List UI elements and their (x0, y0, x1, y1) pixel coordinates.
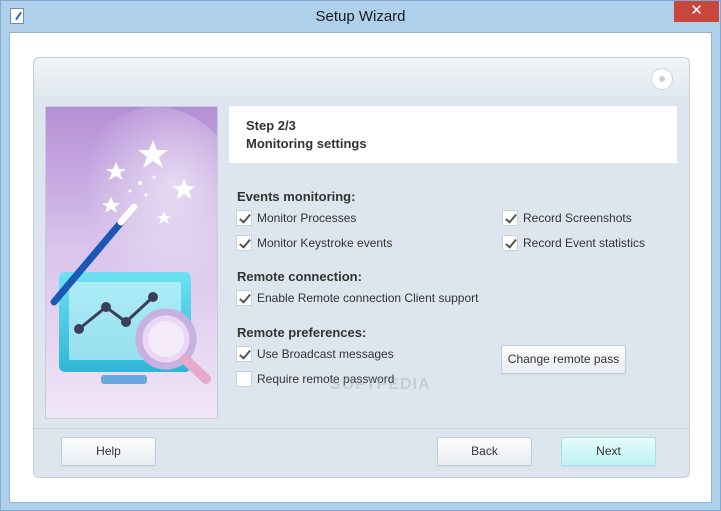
magic-wand-illustration-icon (46, 107, 217, 418)
wizard-illustration (45, 106, 218, 419)
enable-remote-client-label: Enable Remote connection Client support (257, 291, 479, 305)
close-button[interactable]: ✕ (674, 1, 719, 22)
monitor-keystroke-checkbox[interactable]: Monitor Keystroke events (236, 234, 392, 252)
check-icon[interactable] (236, 210, 252, 226)
check-icon[interactable] (236, 346, 252, 362)
panel-header-strip (34, 58, 689, 98)
monitor-processes-label: Monitor Processes (257, 211, 357, 225)
step-title: Step 2/3 (246, 118, 296, 133)
check-icon[interactable] (236, 290, 252, 306)
remote-connection-title: Remote connection: (237, 269, 362, 284)
wizard-panel: Step 2/3 Monitoring settings Events moni… (33, 57, 690, 478)
monitor-keystroke-label: Monitor Keystroke events (257, 236, 393, 250)
setup-wizard-window: Setup Wizard ✕ Step 2/3 Monitoring setti… (0, 0, 721, 511)
record-event-statistics-checkbox[interactable]: Record Event statistics (502, 234, 645, 252)
change-remote-pass-button[interactable]: Change remote pass (501, 345, 626, 374)
check-icon[interactable] (502, 235, 518, 251)
back-button[interactable]: Back (437, 437, 532, 466)
next-button[interactable]: Next (561, 437, 656, 466)
use-broadcast-checkbox[interactable]: Use Broadcast messages (236, 345, 394, 363)
footer-divider (34, 428, 689, 429)
check-icon[interactable] (236, 235, 252, 251)
help-button[interactable]: Help (61, 437, 156, 466)
use-broadcast-label: Use Broadcast messages (257, 347, 394, 361)
record-screenshots-checkbox[interactable]: Record Screenshots (502, 209, 632, 227)
monitor-processes-checkbox[interactable]: Monitor Processes (236, 209, 356, 227)
disc-icon (651, 68, 673, 90)
enable-remote-client-checkbox[interactable]: Enable Remote connection Client support (236, 289, 478, 307)
step-subtitle: Monitoring settings (246, 136, 367, 151)
record-event-statistics-label: Record Event statistics (523, 236, 646, 250)
remote-preferences-title: Remote preferences: (237, 325, 367, 340)
window-title: Setup Wizard (315, 8, 406, 25)
events-monitoring-title: Events monitoring: (237, 189, 356, 204)
check-icon[interactable] (502, 210, 518, 226)
empty-checkbox-icon[interactable] (236, 371, 252, 387)
record-screenshots-label: Record Screenshots (523, 211, 632, 225)
title-bar[interactable]: Setup Wizard ✕ (1, 1, 720, 32)
softpedia-watermark: SOFTPEDIA (330, 376, 431, 393)
step-header: Step 2/3 Monitoring settings (229, 106, 677, 163)
